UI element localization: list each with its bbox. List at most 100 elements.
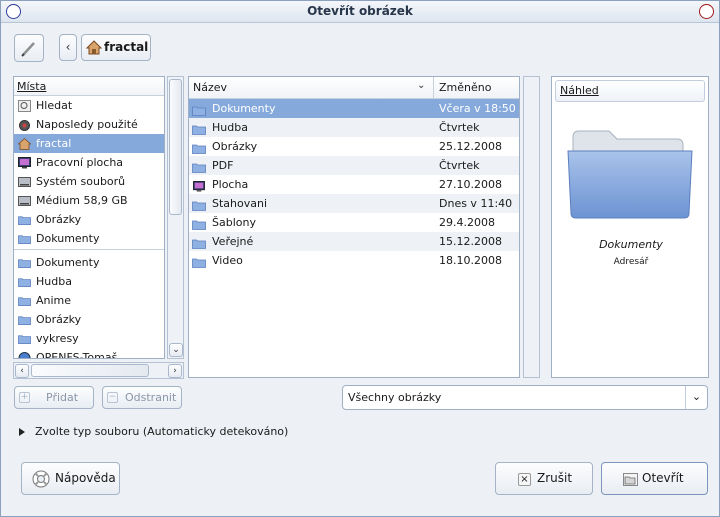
preview-filename: Dokumenty [599,238,663,251]
pencil-icon [21,42,35,57]
folder-icon [192,122,206,135]
file-row[interactable]: Plocha 27.10.2008 [189,175,519,194]
sidebar-item[interactable]: vykresy [14,329,164,348]
add-bookmark-button[interactable]: + Přidat [14,386,94,409]
file-type-expander[interactable]: Zvolte typ souboru (Automaticky deteková… [19,424,288,440]
places-sidebar[interactable]: Místa Hledat Naposledy použité fractal Prac… [13,76,165,359]
sidebar-item[interactable]: Hledat [14,96,164,115]
sidebar-item-label: Obrázky [36,213,82,226]
sidebar-item[interactable]: Obrázky [14,310,164,329]
sidebar-item[interactable]: Médium 58,9 GB [14,191,164,210]
folder-icon [18,232,31,245]
window-menu-button[interactable] [6,4,21,19]
help-button[interactable]: Nápověda [21,462,120,495]
sidebar-item[interactable]: Anime [14,291,164,310]
folder-icon [18,313,31,326]
file-modified: Čtvrtek [439,159,480,172]
sidebar-item-label: Hledat [36,99,73,112]
folder-icon [18,294,31,307]
file-row[interactable]: PDF Čtvrtek [189,156,519,175]
home-icon [17,137,32,150]
preview-header[interactable]: Náhled [555,80,705,102]
file-open-dialog: Otevřít obrázek ‹ fractal Místa Hledat Na… [0,0,720,517]
recent-icon [18,118,31,131]
files-scrollbar[interactable] [523,76,540,378]
folder-icon [18,213,31,226]
type-location-button[interactable] [14,34,44,62]
file-name: Šablony [212,216,256,229]
sidebar-item-label: Hudba [36,275,72,288]
sidebar-item[interactable]: Systém souborů [14,172,164,191]
file-list[interactable]: Název ⌄ Změněno Dokumenty Včera v 18:50 Hu… [188,76,520,378]
places-scrollbar[interactable]: ⌄ [167,76,184,359]
file-name: Obrázky [212,140,258,153]
file-modified: Včera v 18:50 [439,102,516,115]
sidebar-item[interactable]: Dokumenty [14,229,164,248]
sidebar-item[interactable]: fractal [14,134,164,153]
drive-icon [18,175,31,187]
folder-icon [18,275,31,288]
sidebar-item[interactable]: Obrázky [14,210,164,229]
file-modified: Dnes v 11:40 [439,197,513,210]
remove-bookmark-button[interactable]: − Odstranit [102,386,182,409]
sidebar-item-label: Dokumenty [36,232,100,245]
sidebar-item[interactable]: Dokumenty [14,253,164,272]
file-row[interactable]: Stahovani Dnes v 11:40 [189,194,519,213]
sort-chevron-icon[interactable]: ⌄ [417,80,425,91]
file-rows: Dokumenty Včera v 18:50 Hudba Čtvrtek Obrázk… [189,99,519,270]
sidebar-item-label: OPENFS-Tomaš... [36,351,128,359]
desktop-icon [192,179,206,192]
sidebar-item[interactable]: Naposledy použité [14,115,164,134]
help-lifebuoy-icon [32,470,50,488]
places-scrollbar-thumb[interactable] [169,79,182,215]
help-label: Nápověda [55,471,116,485]
file-row[interactable]: Veřejné 15.12.2008 [189,232,519,251]
folder-large-icon [567,130,693,219]
sidebar-item-label: Naposledy použité [36,118,138,131]
window-title: Otevřít obrázek [307,4,413,18]
file-row[interactable]: Obrázky 25.12.2008 [189,137,519,156]
filter-selected-value: Všechny obrázky [348,391,442,404]
file-name: Veřejné [212,235,254,248]
places-hscrollbar-thumb[interactable] [31,364,149,377]
chevron-down-icon[interactable]: ⌄ [685,386,707,409]
file-modified: 15.12.2008 [439,235,502,248]
open-label: Otevřít [642,471,684,485]
folder-icon [192,255,206,268]
sidebar-item[interactable]: Hudba [14,272,164,291]
close-button[interactable] [699,4,714,19]
sidebar-item[interactable]: Pracovní plocha [14,153,164,172]
places-header[interactable]: Místa [14,77,164,96]
file-row[interactable]: Hudba Čtvrtek [189,118,519,137]
folder-icon [192,141,206,154]
open-button[interactable]: Otevřít [601,462,708,495]
file-row[interactable]: Šablony 29.4.2008 [189,213,519,232]
places-scroll-left-arrow[interactable]: ‹ [15,364,29,378]
places-list: Hledat Naposledy použité fractal Pracovní p… [14,96,164,359]
cancel-label: Zrušit [537,471,573,485]
file-name: Hudba [212,121,248,134]
sidebar-item-label: Anime [36,294,72,307]
path-back-button[interactable]: ‹ [59,34,77,61]
desktop-icon [18,156,31,169]
places-scroll-down-arrow[interactable]: ⌄ [169,343,183,357]
file-row[interactable]: Dokumenty Včera v 18:50 [189,99,519,118]
column-divider[interactable] [433,77,434,99]
column-name[interactable]: Název [193,81,227,94]
file-name: Video [212,254,243,267]
folder-icon [192,236,206,249]
column-modified[interactable]: Změněno [439,81,491,94]
globe-icon [18,351,31,358]
file-filter-combobox[interactable]: Všechny obrázky ⌄ [342,385,708,410]
cancel-button[interactable]: × Zrušit [495,462,593,495]
file-row[interactable]: Video 18.10.2008 [189,251,519,270]
places-scroll-right-arrow[interactable]: › [168,364,182,378]
file-modified: 27.10.2008 [439,178,502,191]
breadcrumb-label: fractal [104,40,149,54]
breadcrumb-home-button[interactable]: fractal [81,34,151,61]
sidebar-item[interactable]: OPENFS-Tomaš... [14,348,164,359]
sidebar-item-label: Médium 58,9 GB [36,194,128,207]
sidebar-item-label: Systém souborů [36,175,126,188]
open-folder-icon [623,473,638,486]
places-hscrollbar[interactable]: ‹ › [13,362,184,379]
